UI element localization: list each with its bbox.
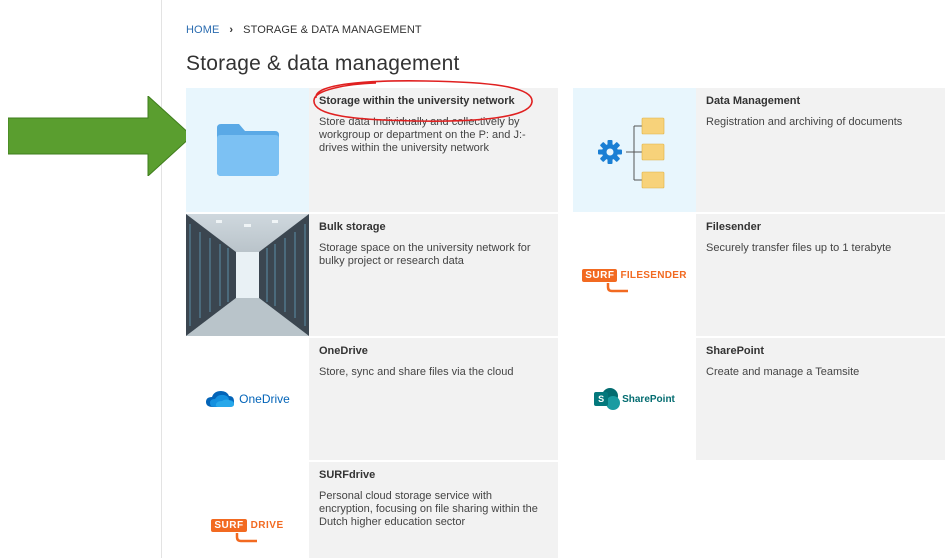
sharepoint-icon: S <box>594 388 621 410</box>
card-bulk-storage[interactable]: Bulk storage Storage space on the univer… <box>186 214 558 336</box>
surf-logo-text: SURF <box>582 268 618 282</box>
breadcrumb-home-link[interactable]: HOME <box>186 24 219 36</box>
card-title[interactable]: Filesender <box>706 220 935 234</box>
gear-folders-icon <box>597 117 664 189</box>
card-thumbnail: S SharePoint <box>573 338 696 460</box>
surf-swoosh-icon <box>236 532 258 542</box>
onedrive-logo: OneDrive <box>205 390 290 408</box>
card-title[interactable]: SURFdrive <box>319 468 548 482</box>
page-title: Storage & data management <box>186 52 460 75</box>
card-description: Registration and archiving of documents <box>706 116 903 128</box>
card-description: Create and manage a Teamsite <box>706 366 860 378</box>
sharepoint-logo-text: SharePoint <box>622 393 675 405</box>
breadcrumb: HOME › STORAGE & DATA MANAGEMENT <box>186 24 422 36</box>
chevron-right-icon: › <box>229 24 234 36</box>
onedrive-logo-text: OneDrive <box>239 392 290 406</box>
surfdrive-logo: SURF DRIVE <box>211 518 284 542</box>
server-room-image <box>186 214 309 336</box>
card-title[interactable]: Bulk storage <box>319 220 548 234</box>
sharepoint-letter: S <box>594 392 609 406</box>
surf-filesender-logo: SURF FILESENDER <box>582 268 687 292</box>
card-description: Storage space on the university network … <box>319 242 531 267</box>
surf-swoosh-icon <box>606 282 629 292</box>
filesender-logo-text: FILESENDER <box>620 269 687 281</box>
card-title[interactable]: SharePoint <box>706 344 935 358</box>
card-description: Securely transfer files up to 1 terabyte <box>706 242 892 254</box>
card-thumbnail <box>186 88 309 212</box>
card-thumbnail <box>573 88 696 212</box>
breadcrumb-current: STORAGE & DATA MANAGEMENT <box>243 24 422 36</box>
card-title[interactable]: Data Management <box>706 94 935 108</box>
drive-logo-text: DRIVE <box>250 519 284 531</box>
card-thumbnail: SURF FILESENDER <box>573 214 696 336</box>
card-description: Personal cloud storage service with encr… <box>319 490 538 528</box>
card-sharepoint[interactable]: S SharePoint SharePoint Create and manag… <box>573 338 945 460</box>
card-data-management[interactable]: Data Management Registration and archivi… <box>573 88 945 212</box>
page-left-border <box>161 0 162 558</box>
card-onedrive[interactable]: OneDrive OneDrive Store, sync and share … <box>186 338 558 460</box>
green-arrow-annotation <box>8 96 192 176</box>
onedrive-cloud-icon <box>206 391 235 407</box>
card-title[interactable]: OneDrive <box>319 344 548 358</box>
card-thumbnail: OneDrive <box>186 338 309 460</box>
folder-icon <box>216 124 279 176</box>
surf-logo-text: SURF <box>211 518 247 532</box>
server-room-illustration <box>186 214 309 336</box>
sharepoint-logo: S SharePoint <box>594 388 675 410</box>
card-description: Store, sync and share files via the clou… <box>319 366 514 378</box>
card-surfdrive[interactable]: SURF DRIVE SURFdrive Personal cloud stor… <box>186 462 558 558</box>
card-thumbnail: SURF DRIVE <box>186 462 309 558</box>
card-filesender[interactable]: SURF FILESENDER Filesender Securely tran… <box>573 214 945 336</box>
red-circle-annotation <box>313 80 533 122</box>
